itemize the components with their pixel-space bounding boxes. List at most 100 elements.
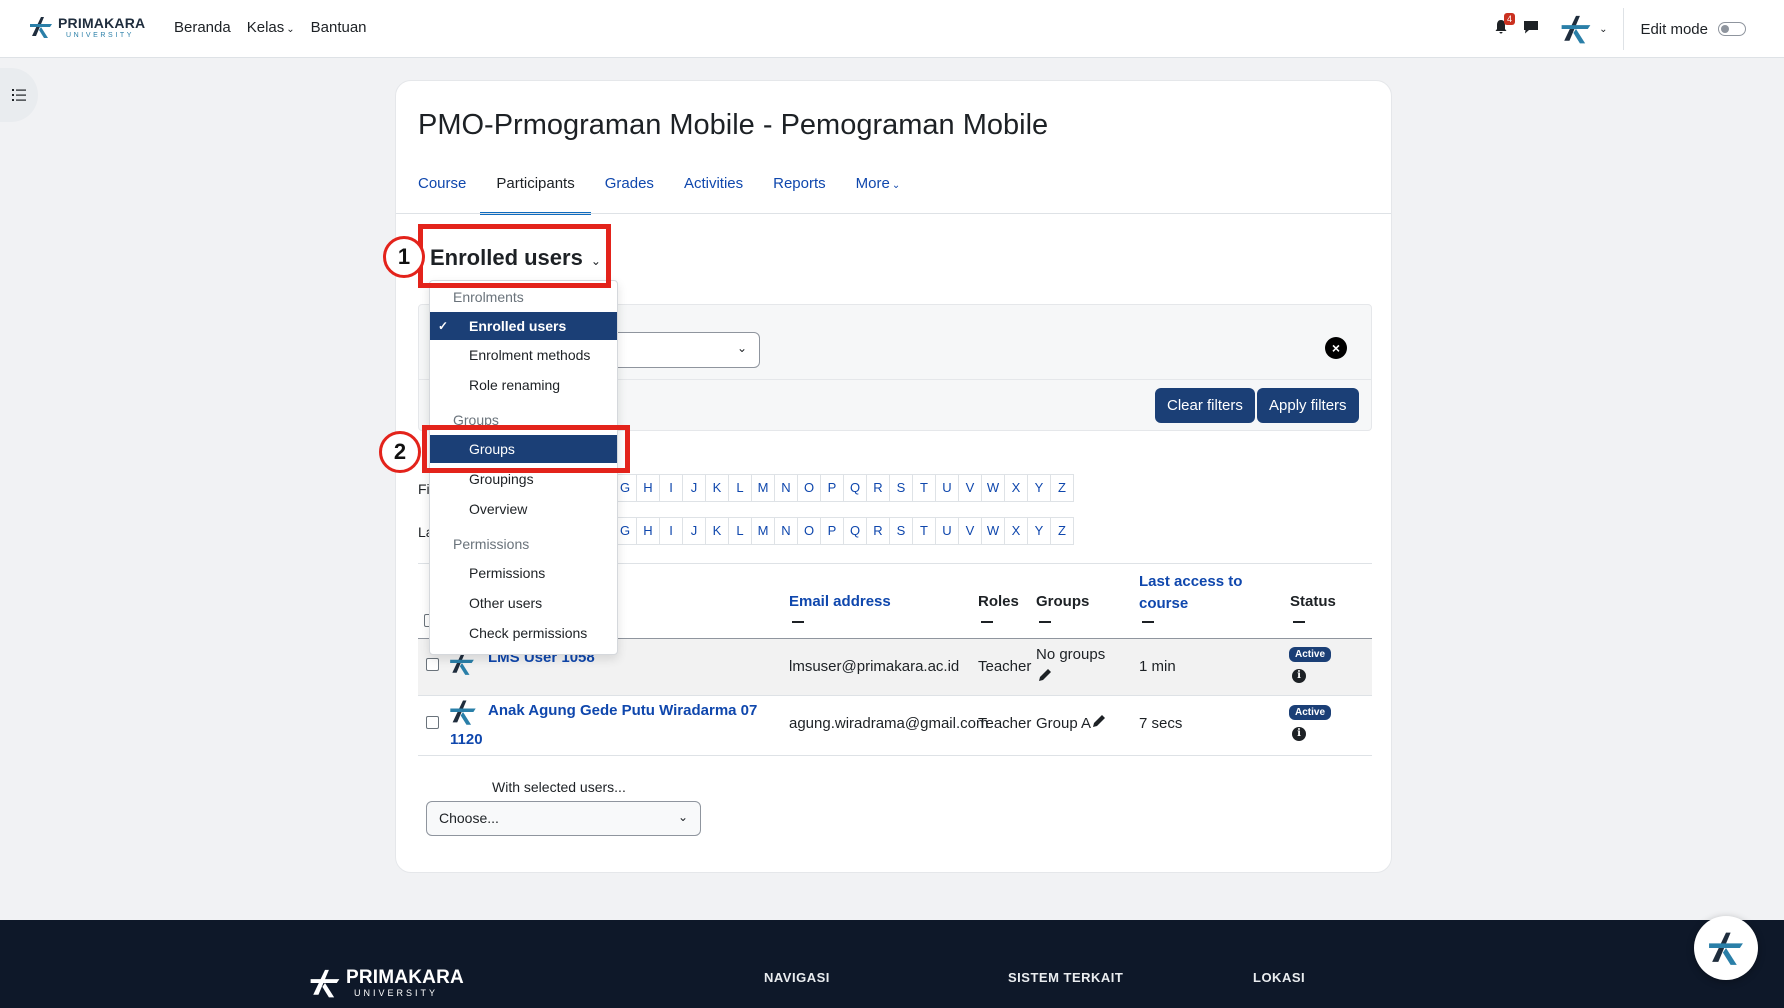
tab-more-label: More (855, 175, 890, 192)
apply-filters-button[interactable]: Apply filters (1257, 388, 1359, 423)
th-last-access[interactable]: Last access to course (1139, 571, 1249, 615)
bulk-action-select[interactable]: Choose... ⌄ (426, 801, 701, 836)
initial-letter[interactable]: H (636, 517, 660, 545)
menu-item-label: Enrolled users (469, 318, 567, 334)
initial-letter[interactable]: M (751, 517, 775, 545)
dropdown-header-permissions: Permissions (453, 536, 530, 552)
initial-letter[interactable]: Y (1027, 517, 1051, 545)
initial-letter[interactable]: Z (1050, 517, 1074, 545)
initial-letter[interactable]: X (1004, 517, 1028, 545)
menu-item-overview[interactable]: Overview (430, 495, 617, 523)
edit-mode-label: Edit mode (1640, 20, 1708, 38)
initial-letter[interactable]: S (889, 474, 913, 502)
initial-letter[interactable]: U (935, 517, 959, 545)
brand-logo[interactable]: PRIMAKARA UNIVERSITY (28, 14, 145, 40)
initial-letter[interactable]: R (866, 517, 890, 545)
initial-letter[interactable]: X (1004, 474, 1028, 502)
collapse-status-icon[interactable] (1293, 621, 1305, 623)
nav-home[interactable]: Beranda (174, 19, 231, 36)
row-checkbox[interactable] (426, 658, 439, 671)
initial-letter[interactable]: O (797, 517, 821, 545)
footer-heading-location: LOKASI (1253, 970, 1306, 985)
user-menu[interactable]: ⌄ (1559, 12, 1607, 46)
remove-filter-icon[interactable]: × (1325, 337, 1347, 359)
initial-letter[interactable]: P (820, 517, 844, 545)
check-icon: ✓ (438, 319, 449, 333)
tab-more[interactable]: More ⌄ (856, 175, 901, 215)
initial-letter[interactable]: J (682, 474, 706, 502)
edit-mode-toggle[interactable] (1718, 22, 1746, 36)
menu-item-permissions[interactable]: Permissions (430, 559, 617, 587)
initial-letter[interactable]: R (866, 474, 890, 502)
initial-letter[interactable]: T (912, 474, 936, 502)
initial-letter[interactable]: W (981, 517, 1005, 545)
initial-letter[interactable]: T (912, 517, 936, 545)
initial-letter[interactable]: W (981, 474, 1005, 502)
menu-item-enrolled-users[interactable]: ✓ Enrolled users (430, 312, 617, 340)
initial-letter[interactable]: S (889, 517, 913, 545)
course-tabs: Course Participants Grades Activities Re… (418, 175, 930, 215)
initial-letter[interactable]: N (774, 474, 798, 502)
tab-participants[interactable]: Participants (480, 175, 591, 215)
course-index-toggle[interactable] (0, 68, 38, 122)
collapse-roles-icon[interactable] (981, 621, 993, 623)
user-name-link-line1[interactable]: Anak Agung Gede Putu Wiradarma 07 (488, 702, 757, 719)
initial-letter[interactable]: Y (1027, 474, 1051, 502)
clear-filters-button[interactable]: Clear filters (1155, 388, 1255, 423)
menu-item-enrolment-methods[interactable]: Enrolment methods (430, 341, 617, 369)
initial-letter[interactable]: J (682, 517, 706, 545)
collapse-access-icon[interactable] (1142, 621, 1154, 623)
initial-letter[interactable]: I (659, 517, 683, 545)
initial-letter[interactable]: U (935, 474, 959, 502)
initial-letter[interactable]: Q (843, 517, 867, 545)
collapse-groups-icon[interactable] (1039, 621, 1051, 623)
initial-letter[interactable]: H (636, 474, 660, 502)
tab-grades[interactable]: Grades (605, 175, 654, 215)
help-chat-button[interactable] (1694, 916, 1758, 980)
initial-letter[interactable]: V (958, 517, 982, 545)
last-access: 1 min (1139, 658, 1176, 675)
initial-letter[interactable]: L (728, 474, 752, 502)
page-title: PMO-Prmograman Mobile - Pemograman Mobil… (418, 109, 1049, 141)
footer-brand-name: PRIMAKARA (346, 967, 464, 988)
footer-brand-sub: UNIVERSITY (354, 988, 439, 998)
initial-letter[interactable]: N (774, 517, 798, 545)
info-icon[interactable]: i (1292, 669, 1306, 683)
status-badge: Active (1289, 705, 1332, 720)
initial-letter[interactable]: V (958, 474, 982, 502)
initial-letter[interactable]: O (797, 474, 821, 502)
annotation-step-2: 2 (379, 431, 421, 473)
nav-classes[interactable]: Kelas ⌄ (247, 19, 295, 36)
menu-item-other-users[interactable]: Other users (430, 589, 617, 617)
info-icon[interactable]: i (1292, 727, 1306, 741)
initial-letter[interactable]: M (751, 474, 775, 502)
initial-letter[interactable]: K (705, 517, 729, 545)
user-name-link-line2[interactable]: 1120 (450, 731, 483, 748)
initial-letter[interactable]: Z (1050, 474, 1074, 502)
initial-letter[interactable]: Q (843, 474, 867, 502)
menu-item-check-permissions[interactable]: Check permissions (430, 619, 617, 647)
annotation-box-1 (418, 224, 611, 288)
status-badge: Active (1289, 647, 1332, 662)
messages-button[interactable] (1523, 19, 1539, 39)
initial-letter[interactable]: I (659, 474, 683, 502)
nav-help[interactable]: Bantuan (311, 19, 367, 36)
initial-letter[interactable]: K (705, 474, 729, 502)
pencil-icon[interactable] (1091, 713, 1107, 729)
bulk-action-value: Choose... (439, 810, 499, 826)
pencil-icon[interactable] (1037, 667, 1053, 683)
th-email[interactable]: Email address (789, 593, 891, 610)
th-groups: Groups (1036, 593, 1090, 610)
row-checkbox[interactable] (426, 716, 439, 729)
notifications-button[interactable]: 4 (1493, 13, 1516, 39)
initial-letter[interactable]: P (820, 474, 844, 502)
tab-activities[interactable]: Activities (684, 175, 743, 215)
user-email: agung.wiradrama@gmail.com (789, 715, 989, 732)
footer-logo[interactable]: PRIMAKARA UNIVERSITY (308, 966, 464, 1000)
tab-course[interactable]: Course (418, 175, 466, 215)
user-email: lmsuser@primakara.ac.id (789, 658, 960, 675)
collapse-email-icon[interactable] (792, 621, 804, 623)
tab-reports[interactable]: Reports (773, 175, 826, 215)
menu-item-role-renaming[interactable]: Role renaming (430, 371, 617, 399)
initial-letter[interactable]: L (728, 517, 752, 545)
